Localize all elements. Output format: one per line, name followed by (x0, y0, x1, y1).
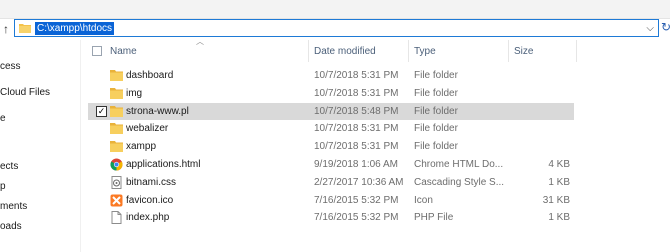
file-row[interactable]: index.php 7/16/2015 5:32 PM PHP File 1 KB (88, 209, 574, 226)
column-header-size[interactable]: Size (514, 46, 533, 58)
file-date: 10/7/2018 5:31 PM (314, 123, 399, 134)
file-date: 10/7/2018 5:31 PM (314, 88, 399, 99)
file-size: 1 KB (548, 177, 570, 188)
file-name: webalizer (126, 123, 169, 134)
file-date: 2/27/2017 10:36 AM (314, 177, 404, 188)
file-date: 7/16/2015 5:32 PM (314, 212, 399, 223)
folder-icon (110, 122, 123, 135)
chevron-down-icon[interactable]: ⌵ (646, 21, 654, 36)
address-bar[interactable]: C:\xampp\htdocs ⌵ (14, 19, 659, 37)
refresh-icon[interactable]: ↻ (661, 20, 670, 34)
nav-item[interactable]: cess (0, 60, 78, 74)
file-name: applications.html (126, 159, 201, 170)
file-type: Icon (414, 195, 433, 206)
nav-item[interactable]: e (0, 112, 78, 126)
column-divider[interactable] (576, 40, 577, 62)
file-row[interactable]: xampp 10/7/2018 5:31 PM File folder (88, 138, 574, 155)
file-row[interactable]: ✓ strona-www.pl 10/7/2018 5:48 PM File fold… (88, 103, 574, 120)
file-name: dashboard (126, 70, 174, 81)
file-type: Cascading Style S... (414, 177, 505, 188)
file-size: 1 KB (548, 212, 570, 223)
file-type: File folder (414, 70, 458, 81)
file-row[interactable]: applications.html 9/19/2018 1:06 AM Chrome… (88, 156, 574, 173)
file-type: File folder (414, 123, 458, 134)
file-type: File folder (414, 141, 458, 152)
file-row[interactable]: img 10/7/2018 5:31 PM File folder (88, 85, 574, 102)
file-row[interactable]: dashboard 10/7/2018 5:31 PM File folder (88, 67, 574, 84)
up-arrow-icon[interactable]: ↑ (0, 22, 12, 36)
file-date: 10/7/2018 5:31 PM (314, 70, 399, 81)
file-type: File folder (414, 88, 458, 99)
file-name: index.php (126, 212, 170, 223)
file-row[interactable]: webalizer 10/7/2018 5:31 PM File folder (88, 120, 574, 137)
file-date: 10/7/2018 5:31 PM (314, 141, 399, 152)
nav-item[interactable]: p (0, 180, 78, 194)
file-name: favicon.ico (126, 195, 174, 206)
file-date: 9/19/2018 1:06 AM (314, 159, 398, 170)
document-icon (110, 211, 123, 224)
file-size: 4 KB (548, 159, 570, 170)
file-name: bitnami.css (126, 177, 177, 188)
address-path[interactable]: C:\xampp\htdocs (35, 22, 115, 35)
file-date: 10/7/2018 5:48 PM (314, 106, 399, 117)
css-file-icon (110, 176, 123, 189)
file-date: 7/16/2015 5:32 PM (314, 195, 399, 206)
select-all-checkbox[interactable] (92, 46, 102, 56)
xampp-icon (110, 194, 123, 207)
folder-icon (110, 140, 123, 153)
file-row[interactable]: favicon.ico 7/16/2015 5:32 PM Icon 31 KB (88, 192, 574, 209)
nav-item[interactable]: ects (0, 160, 78, 174)
folder-icon (110, 105, 123, 118)
column-header-date[interactable]: Date modified (314, 46, 376, 58)
nav-item[interactable]: oads (0, 220, 78, 234)
file-name: img (126, 88, 143, 99)
pane-divider (80, 40, 81, 252)
toolbar-strip (0, 0, 670, 19)
column-divider[interactable] (508, 40, 509, 62)
column-header-name[interactable]: Name (110, 46, 137, 58)
column-header-type[interactable]: Type (414, 46, 436, 58)
file-row[interactable]: bitnami.css 2/27/2017 10:36 AM Cascading S… (88, 174, 574, 191)
column-divider[interactable] (308, 40, 309, 62)
nav-item[interactable]: Cloud Files (0, 86, 78, 100)
file-type: PHP File (414, 212, 454, 223)
file-name: xampp (126, 141, 157, 152)
file-name: strona-www.pl (126, 106, 189, 117)
folder-icon (19, 23, 31, 33)
file-type: File folder (414, 106, 458, 117)
column-divider[interactable] (408, 40, 409, 62)
folder-icon (110, 69, 123, 82)
file-type: Chrome HTML Do... (414, 159, 504, 170)
row-checkbox[interactable]: ✓ (96, 106, 107, 117)
sort-ascending-icon: ︿ (196, 37, 204, 46)
chrome-icon (110, 158, 123, 171)
file-size: 31 KB (542, 195, 570, 206)
nav-item[interactable]: ments (0, 200, 78, 214)
folder-icon (110, 87, 123, 100)
